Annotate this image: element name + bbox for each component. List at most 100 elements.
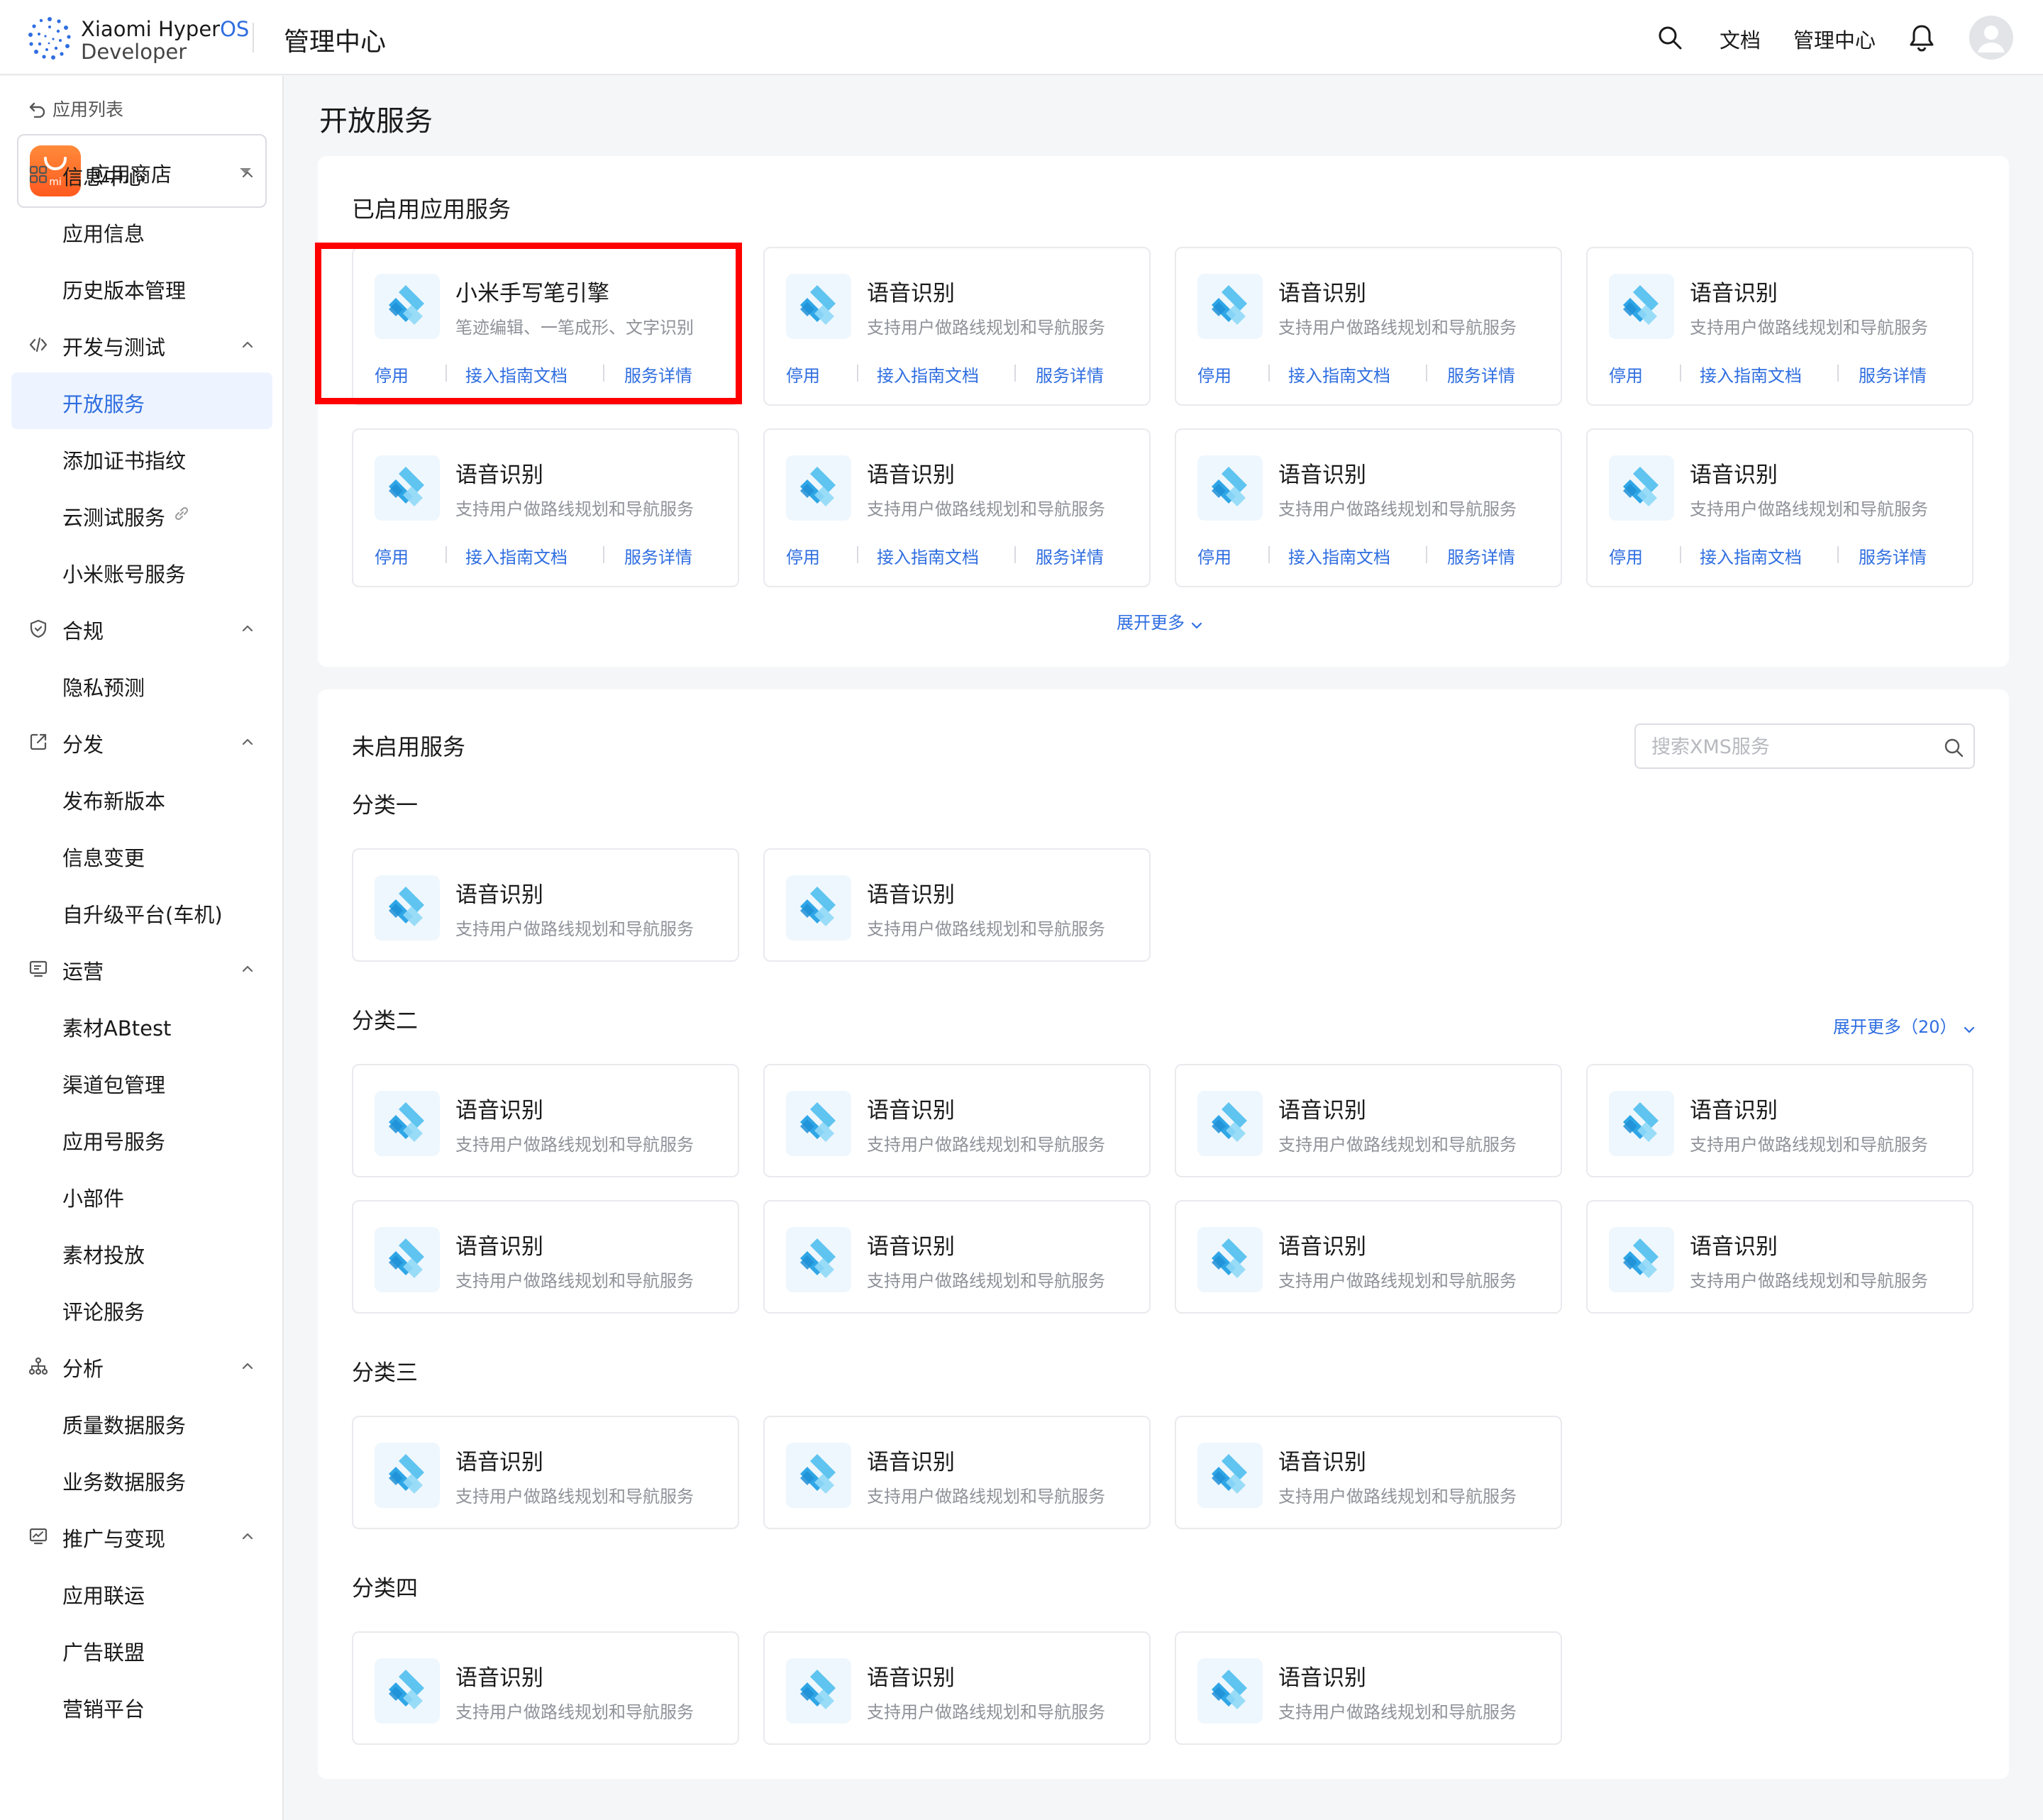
sidebar-item-27[interactable]: 营销平台 bbox=[0, 1677, 284, 1734]
sidebar-item-23[interactable]: 业务数据服务 bbox=[0, 1450, 284, 1507]
integration-guide-link[interactable]: 接入指南文档 bbox=[1700, 362, 1802, 387]
sidebar-group-10[interactable]: 分发 bbox=[0, 713, 284, 770]
sidebar-item-25[interactable]: 应用联运 bbox=[0, 1564, 284, 1621]
brand-name: Xiaomi HyperOS bbox=[81, 17, 250, 41]
integration-guide-link[interactable]: 接入指南文档 bbox=[1288, 362, 1390, 387]
integration-guide-link[interactable]: 接入指南文档 bbox=[1700, 543, 1802, 568]
sidebar-item-4[interactable]: 开放服务 bbox=[11, 372, 272, 429]
category-expand-more-button[interactable]: 展开更多（20） bbox=[1833, 1013, 1976, 1038]
bell-icon[interactable] bbox=[1908, 23, 1935, 52]
xms-search-input[interactable] bbox=[1651, 733, 1935, 760]
service-icon bbox=[1609, 1091, 1674, 1156]
chevron-up-icon[interactable] bbox=[240, 734, 255, 750]
disable-service-link[interactable]: 停用 bbox=[1609, 362, 1643, 387]
integration-guide-link[interactable]: 接入指南文档 bbox=[465, 543, 568, 568]
disable-service-link[interactable]: 停用 bbox=[1609, 543, 1643, 568]
service-detail-link[interactable]: 服务详情 bbox=[1859, 362, 1927, 387]
enabled-service-card[interactable]: 语音识别 支持用户做路线规划和导航服务 停用 接入指南文档 服务详情 bbox=[1586, 428, 1973, 587]
available-service-card[interactable]: 语音识别 支持用户做路线规划和导航服务 bbox=[352, 1416, 739, 1529]
enabled-service-card[interactable]: 语音识别 支持用户做路线规划和导航服务 停用 接入指南文档 服务详情 bbox=[1586, 247, 1973, 406]
service-detail-link[interactable]: 服务详情 bbox=[1036, 362, 1104, 387]
sidebar-group-24[interactable]: 推广与变现 bbox=[0, 1507, 284, 1564]
monitor-icon bbox=[29, 960, 48, 977]
sidebar-group-21[interactable]: 分析 bbox=[0, 1337, 284, 1394]
available-service-card[interactable]: 语音识别 支持用户做路线规划和导航服务 bbox=[763, 1416, 1151, 1529]
available-service-card[interactable]: 语音识别 支持用户做路线规划和导航服务 bbox=[1175, 1064, 1562, 1177]
enabled-service-card[interactable]: 语音识别 支持用户做路线规划和导航服务 停用 接入指南文档 服务详情 bbox=[1175, 428, 1562, 587]
available-service-card[interactable]: 语音识别 支持用户做路线规划和导航服务 bbox=[763, 848, 1151, 962]
available-service-card[interactable]: 语音识别 支持用户做路线规划和导航服务 bbox=[763, 1200, 1151, 1314]
sidebar-item-11[interactable]: 发布新版本 bbox=[0, 770, 284, 826]
disable-service-link[interactable]: 停用 bbox=[786, 362, 820, 387]
service-detail-link[interactable]: 服务详情 bbox=[1036, 543, 1104, 568]
enabled-service-card[interactable]: 语音识别 支持用户做路线规划和导航服务 停用 接入指南文档 服务详情 bbox=[763, 428, 1151, 587]
available-service-card[interactable]: 语音识别 支持用户做路线规划和导航服务 bbox=[763, 1631, 1151, 1745]
integration-guide-link[interactable]: 接入指南文档 bbox=[465, 362, 568, 387]
chevron-up-icon[interactable] bbox=[240, 1358, 255, 1374]
available-service-card[interactable]: 语音识别 支持用户做路线规划和导航服务 bbox=[352, 848, 739, 962]
service-description: 支持用户做路线规划和导航服务 bbox=[1690, 499, 1928, 519]
sidebar-item-18[interactable]: 小部件 bbox=[0, 1167, 284, 1223]
chevron-up-icon[interactable] bbox=[240, 621, 255, 636]
avatar[interactable] bbox=[1969, 16, 2013, 60]
service-detail-link[interactable]: 服务详情 bbox=[624, 362, 692, 387]
disable-service-link[interactable]: 停用 bbox=[375, 362, 409, 387]
integration-guide-link[interactable]: 接入指南文档 bbox=[877, 543, 979, 568]
disable-service-link[interactable]: 停用 bbox=[786, 543, 820, 568]
available-service-card[interactable]: 语音识别 支持用户做路线规划和导航服务 bbox=[1586, 1064, 1973, 1177]
enabled-service-card[interactable]: 语音识别 支持用户做路线规划和导航服务 停用 接入指南文档 服务详情 bbox=[352, 428, 739, 587]
nav-admin-link[interactable]: 管理中心 bbox=[1793, 24, 1876, 54]
nav-docs-link[interactable]: 文档 bbox=[1720, 24, 1761, 54]
sidebar-item-5[interactable]: 添加证书指纹 bbox=[0, 429, 284, 486]
sidebar-item-17[interactable]: 应用号服务 bbox=[0, 1110, 284, 1167]
sidebar-item-26[interactable]: 广告联盟 bbox=[0, 1621, 284, 1677]
integration-guide-link[interactable]: 接入指南文档 bbox=[1288, 543, 1390, 568]
enabled-expand-more-button[interactable]: 展开更多 bbox=[1117, 609, 1203, 633]
disable-service-link[interactable]: 停用 bbox=[1197, 362, 1231, 387]
service-detail-link[interactable]: 服务详情 bbox=[1447, 543, 1515, 568]
sidebar-item-16[interactable]: 渠道包管理 bbox=[0, 1053, 284, 1110]
chevron-up-icon[interactable] bbox=[240, 337, 255, 353]
enabled-service-card[interactable]: 语音识别 支持用户做路线规划和导航服务 停用 接入指南文档 服务详情 bbox=[1175, 247, 1562, 406]
sidebar-item-22[interactable]: 质量数据服务 bbox=[0, 1394, 284, 1450]
available-service-card[interactable]: 语音识别 支持用户做路线规划和导航服务 bbox=[352, 1064, 739, 1177]
sidebar-group-3[interactable]: 开发与测试 bbox=[0, 316, 284, 372]
available-service-card[interactable]: 语音识别 支持用户做路线规划和导航服务 bbox=[352, 1631, 739, 1745]
disable-service-link[interactable]: 停用 bbox=[1197, 543, 1231, 568]
available-service-card[interactable]: 语音识别 支持用户做路线规划和导航服务 bbox=[1175, 1416, 1562, 1529]
search-icon[interactable] bbox=[1944, 738, 1964, 758]
integration-guide-link[interactable]: 接入指南文档 bbox=[877, 362, 979, 387]
service-detail-link[interactable]: 服务详情 bbox=[1447, 362, 1515, 387]
available-service-card[interactable]: 语音识别 支持用户做路线规划和导航服务 bbox=[1586, 1200, 1973, 1314]
chevron-up-icon[interactable] bbox=[240, 961, 255, 977]
chevron-up-icon[interactable] bbox=[240, 167, 255, 182]
search-icon[interactable] bbox=[1657, 25, 1683, 50]
available-service-card[interactable]: 语音识别 支持用户做路线规划和导航服务 bbox=[1175, 1631, 1562, 1745]
sidebar-group-8[interactable]: 合规 bbox=[0, 599, 284, 656]
back-to-app-list[interactable]: 应用列表 bbox=[28, 96, 123, 121]
sidebar-item-13[interactable]: 自升级平台(车机) bbox=[0, 883, 284, 940]
sidebar-group-14[interactable]: 运营 bbox=[0, 940, 284, 997]
sidebar-item-15[interactable]: 素材ABtest bbox=[0, 997, 284, 1053]
enabled-service-card[interactable]: 小米手写笔引擎 笔迹编辑、一笔成形、文字识别 停用 接入指南文档 服务详情 bbox=[352, 247, 739, 406]
sidebar-group-0[interactable]: 信息中心 bbox=[0, 145, 284, 202]
available-service-card[interactable]: 语音识别 支持用户做路线规划和导航服务 bbox=[763, 1064, 1151, 1177]
sidebar-item-7[interactable]: 小米账号服务 bbox=[0, 543, 284, 599]
sidebar-item-19[interactable]: 素材投放 bbox=[0, 1223, 284, 1280]
sidebar-item-20[interactable]: 评论服务 bbox=[0, 1280, 284, 1337]
sidebar-item-9[interactable]: 隐私预测 bbox=[0, 656, 284, 713]
service-detail-link[interactable]: 服务详情 bbox=[1859, 543, 1927, 568]
chevron-up-icon[interactable] bbox=[240, 1528, 255, 1544]
disable-service-link[interactable]: 停用 bbox=[375, 543, 409, 568]
sidebar-item-6[interactable]: 云测试服务 bbox=[0, 486, 284, 543]
service-description: 支持用户做路线规划和导航服务 bbox=[867, 1702, 1105, 1722]
enabled-service-card[interactable]: 语音识别 支持用户做路线规划和导航服务 停用 接入指南文档 服务详情 bbox=[763, 247, 1151, 406]
sidebar-item-1[interactable]: 应用信息 bbox=[0, 202, 284, 259]
sidebar-item-2[interactable]: 历史版本管理 bbox=[0, 259, 284, 316]
available-service-card[interactable]: 语音识别 支持用户做路线规划和导航服务 bbox=[1175, 1200, 1562, 1314]
sidebar-item-12[interactable]: 信息变更 bbox=[0, 826, 284, 883]
service-description: 支持用户做路线规划和导航服务 bbox=[1278, 1487, 1517, 1507]
available-service-card[interactable]: 语音识别 支持用户做路线规划和导航服务 bbox=[352, 1200, 739, 1314]
xms-search-box[interactable] bbox=[1634, 723, 1975, 769]
service-detail-link[interactable]: 服务详情 bbox=[624, 543, 692, 568]
